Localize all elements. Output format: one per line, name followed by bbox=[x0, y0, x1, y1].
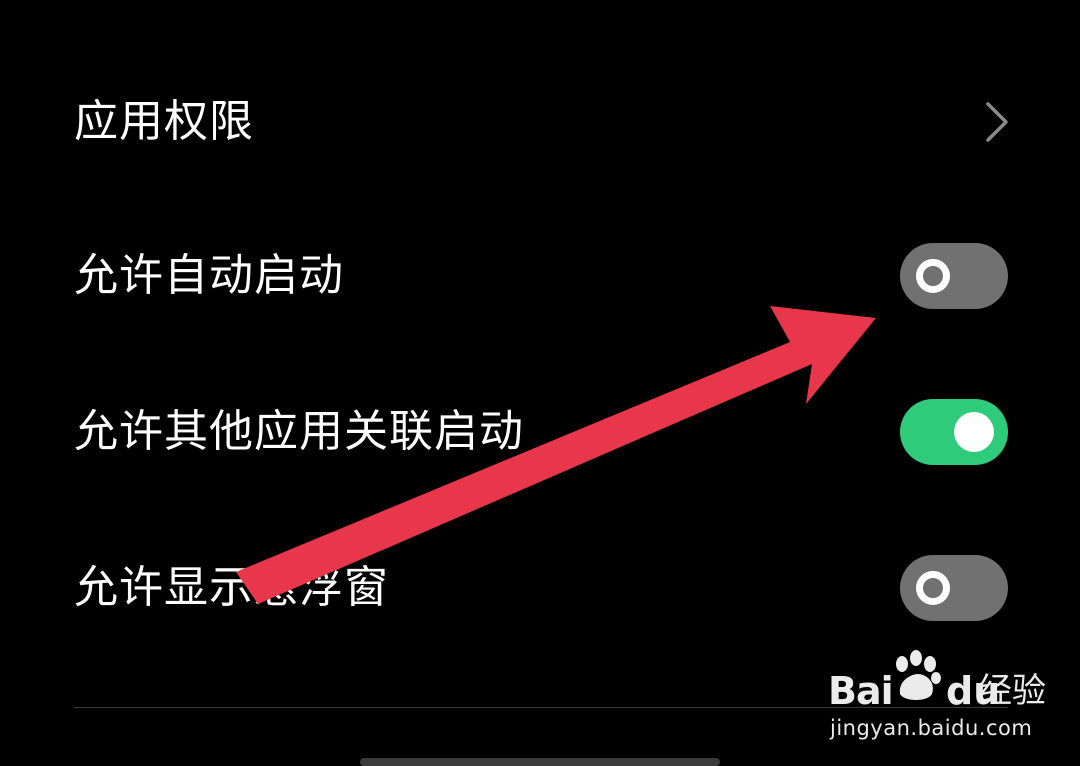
toggle-knob bbox=[916, 571, 950, 605]
list-divider bbox=[74, 707, 1008, 708]
associated-start-label: 允许其他应用关联启动 bbox=[74, 406, 524, 457]
floating-window-row: 允许显示悬浮窗 bbox=[0, 528, 1080, 648]
settings-list: 应用权限 允许自动启动 允许其他应用关联启动 允许显示悬浮窗 bbox=[0, 0, 1080, 766]
chevron-right-icon bbox=[986, 102, 1008, 142]
associated-start-row: 允许其他应用关联启动 bbox=[0, 372, 1080, 492]
associated-start-toggle[interactable] bbox=[900, 399, 1008, 465]
toggle-knob bbox=[916, 259, 950, 293]
home-indicator[interactable] bbox=[360, 758, 720, 766]
auto-start-toggle[interactable] bbox=[900, 243, 1008, 309]
auto-start-row: 允许自动启动 bbox=[0, 216, 1080, 336]
app-permissions-label: 应用权限 bbox=[74, 96, 254, 147]
toggle-knob bbox=[954, 412, 994, 452]
auto-start-label: 允许自动启动 bbox=[74, 250, 344, 301]
floating-window-label: 允许显示悬浮窗 bbox=[74, 562, 389, 613]
floating-window-toggle[interactable] bbox=[900, 555, 1008, 621]
app-permissions-row[interactable]: 应用权限 bbox=[0, 62, 1080, 182]
